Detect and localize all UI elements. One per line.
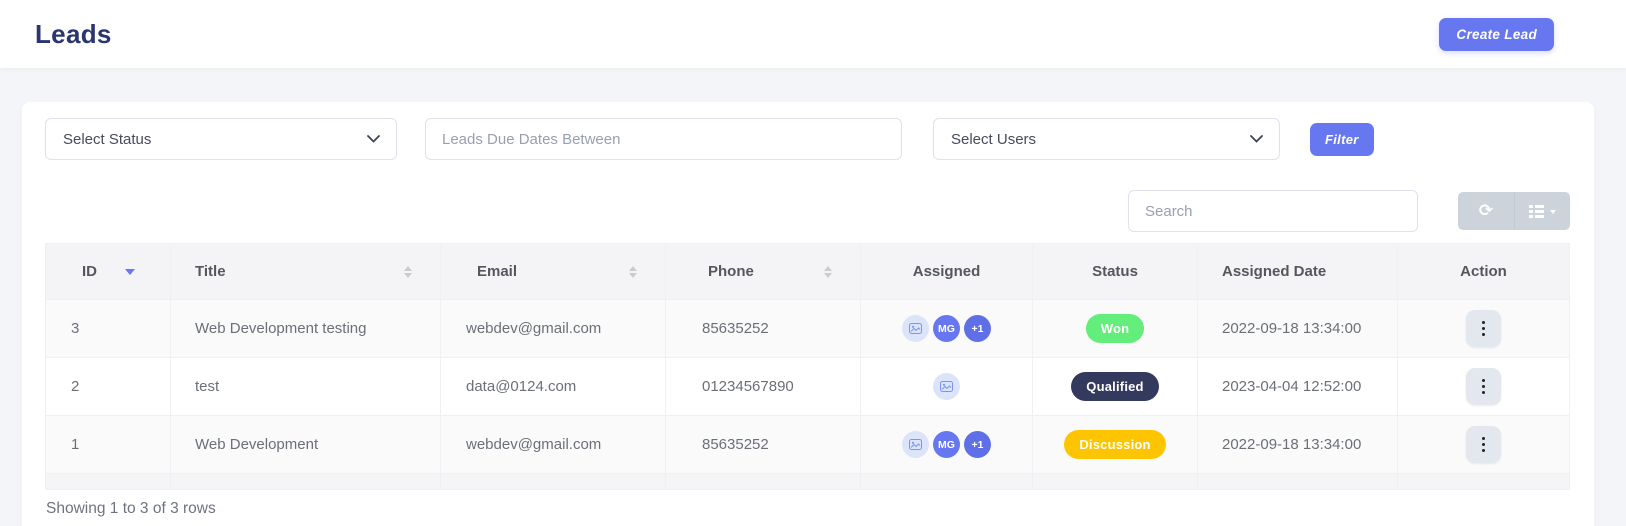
image-avatar (902, 431, 929, 458)
column-header-action: Action (1398, 244, 1570, 300)
chevron-down-icon (1250, 135, 1263, 143)
cell-assigned-date: 2023-04-04 12:52:00 (1198, 358, 1398, 416)
table-filler-row (46, 474, 1570, 490)
table-header-row: ID Title Email Phone Assigned Status Ass… (46, 244, 1570, 300)
table-toolbar: ⟳ (45, 190, 1570, 232)
due-dates-input[interactable] (425, 118, 902, 160)
cell-phone: 01234567890 (666, 358, 861, 416)
filter-button[interactable]: Filter (1310, 123, 1374, 156)
image-icon (940, 381, 953, 392)
cell-status: Won (1033, 300, 1198, 358)
users-select-value: Select Users (951, 131, 1036, 148)
cell-id: 1 (46, 416, 171, 474)
cell-phone: 85635252 (666, 300, 861, 358)
row-actions-button[interactable] (1466, 368, 1501, 405)
cell-status: Discussion (1033, 416, 1198, 474)
cell-assigned-date: 2022-09-18 13:34:00 (1198, 300, 1398, 358)
cell-email: data@0124.com (441, 358, 666, 416)
vertical-ellipsis-icon (1482, 437, 1486, 453)
cell-assigned: MG +1 (861, 416, 1033, 474)
page-title: Leads (35, 19, 112, 50)
column-header-id[interactable]: ID (46, 244, 171, 300)
vertical-ellipsis-icon (1482, 321, 1486, 337)
cell-assigned (861, 358, 1033, 416)
table-row: 2 test data@0124.com 01234567890 (46, 358, 1570, 416)
sort-icon (404, 266, 412, 278)
avatar-stack: MG +1 (861, 431, 1032, 458)
cell-email: webdev@gmail.com (441, 300, 666, 358)
row-actions-button[interactable] (1466, 426, 1501, 463)
status-badge: Qualified (1071, 372, 1158, 401)
vertical-ellipsis-icon (1482, 379, 1486, 395)
status-select-value: Select Status (63, 131, 151, 148)
cell-action (1398, 358, 1570, 416)
cell-email: webdev@gmail.com (441, 416, 666, 474)
search-input[interactable] (1128, 190, 1418, 232)
table-buttons-group: ⟳ (1458, 192, 1570, 230)
caret-down-icon (1550, 210, 1556, 217)
column-header-status: Status (1033, 244, 1198, 300)
image-icon (909, 323, 922, 334)
refresh-icon: ⟳ (1479, 203, 1493, 220)
row-actions-button[interactable] (1466, 310, 1501, 347)
leads-table: ID Title Email Phone Assigned Status Ass… (45, 243, 1570, 490)
cell-assigned-date: 2022-09-18 13:34:00 (1198, 416, 1398, 474)
cell-title: Web Development testing (171, 300, 441, 358)
columns-list-icon (1529, 205, 1544, 218)
header-bar: Leads Create Lead (0, 0, 1626, 68)
users-select[interactable]: Select Users (933, 118, 1280, 160)
table-row: 1 Web Development webdev@gmail.com 85635… (46, 416, 1570, 474)
columns-toggle-button[interactable] (1514, 192, 1570, 230)
column-header-title[interactable]: Title (171, 244, 441, 300)
column-header-email[interactable]: Email (441, 244, 666, 300)
initials-avatar: MG (933, 315, 960, 342)
sort-icon (824, 266, 832, 278)
status-badge: Won (1086, 314, 1145, 343)
image-avatar (902, 315, 929, 342)
chevron-down-icon (367, 135, 380, 143)
cell-id: 2 (46, 358, 171, 416)
cell-action (1398, 300, 1570, 358)
avatar-stack: MG +1 (861, 315, 1032, 342)
cell-id: 3 (46, 300, 171, 358)
avatar-stack (861, 373, 1032, 400)
overflow-avatar: +1 (964, 431, 991, 458)
column-header-assigned-date: Assigned Date (1198, 244, 1398, 300)
status-select[interactable]: Select Status (45, 118, 397, 160)
cell-action (1398, 416, 1570, 474)
cell-phone: 85635252 (666, 416, 861, 474)
create-lead-button[interactable]: Create Lead (1439, 18, 1554, 51)
sort-icon (629, 266, 637, 278)
sort-desc-icon (125, 269, 135, 275)
showing-rows-text: Showing 1 to 3 of 3 rows (46, 500, 1570, 518)
cell-title: Web Development (171, 416, 441, 474)
image-avatar (933, 373, 960, 400)
column-header-assigned: Assigned (861, 244, 1033, 300)
overflow-avatar: +1 (964, 315, 991, 342)
table-row: 3 Web Development testing webdev@gmail.c… (46, 300, 1570, 358)
refresh-button[interactable]: ⟳ (1458, 192, 1514, 230)
cell-title: test (171, 358, 441, 416)
status-badge: Discussion (1064, 430, 1165, 459)
leads-card: Select Status Select Users Filter ⟳ (22, 102, 1594, 526)
filter-row: Select Status Select Users Filter (45, 118, 1570, 160)
initials-avatar: MG (933, 431, 960, 458)
cell-status: Qualified (1033, 358, 1198, 416)
column-header-phone[interactable]: Phone (666, 244, 861, 300)
image-icon (909, 439, 922, 450)
cell-assigned: MG +1 (861, 300, 1033, 358)
